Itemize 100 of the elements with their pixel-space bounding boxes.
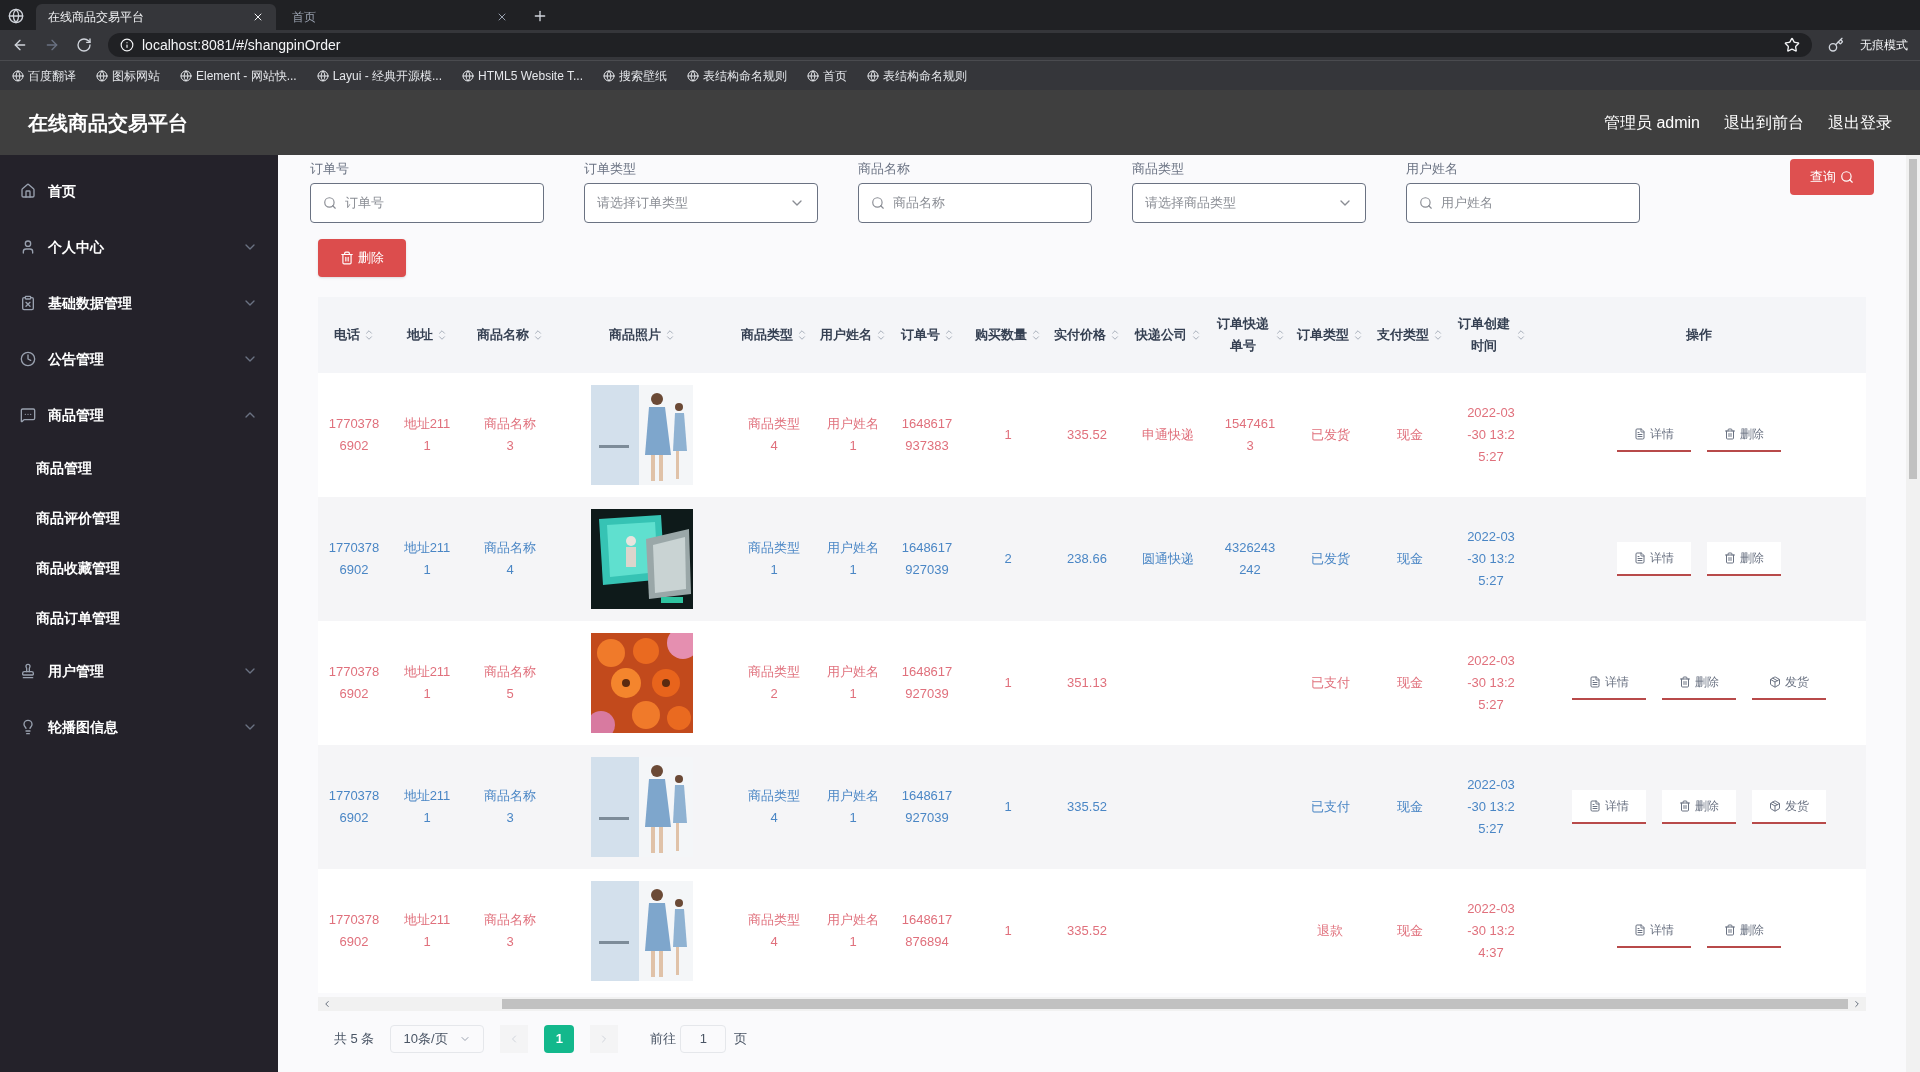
column-header[interactable]: 支付类型	[1370, 323, 1450, 346]
globe-icon	[8, 8, 24, 24]
reload-icon[interactable]	[76, 37, 92, 53]
action-button[interactable]: 删除	[1707, 913, 1781, 948]
table-cell-text: 1	[1004, 425, 1012, 444]
bookmark[interactable]: HTML5 Website T...	[478, 66, 583, 85]
action-button[interactable]: 详情	[1617, 417, 1691, 452]
globe-icon[interactable]	[96, 69, 108, 82]
globe-icon[interactable]	[603, 69, 615, 82]
action-button[interactable]: 删除	[1707, 417, 1781, 452]
action-button[interactable]: 删除	[1662, 665, 1736, 700]
menu-icon	[20, 295, 36, 311]
delete-button[interactable]: 删除	[318, 238, 406, 277]
menu-item[interactable]: 公告管理	[0, 331, 278, 387]
column-header[interactable]: 订单快递单号	[1210, 312, 1290, 357]
browser-tab[interactable]: 在线商品交易平台	[36, 4, 276, 30]
menu-item[interactable]: 轮播图信息	[0, 699, 278, 755]
search-field[interactable]: 订单号	[310, 182, 544, 223]
action-button[interactable]: 删除	[1662, 789, 1736, 824]
forward-icon[interactable]	[44, 37, 60, 53]
column-header[interactable]: 商品类型	[728, 323, 820, 346]
total-count: 共 5 条	[334, 1029, 375, 1048]
submenu-item[interactable]: 商品评价管理	[0, 493, 278, 543]
bookmark[interactable]: 图标网站	[112, 66, 160, 85]
bookmark[interactable]: 首页	[823, 66, 847, 85]
incognito-label[interactable]: 无痕模式	[1860, 36, 1908, 54]
table-cell-text: 335.52	[1067, 425, 1107, 444]
bookmark[interactable]: 表结构命名规则	[703, 66, 787, 85]
trash-icon	[340, 250, 354, 265]
search-field[interactable]: 商品名称	[858, 182, 1092, 223]
header-link[interactable]: 退出到前台	[1724, 110, 1804, 135]
globe-icon[interactable]	[867, 69, 879, 82]
page-size-select[interactable]: 10条/页	[390, 1024, 485, 1053]
column-header[interactable]: 订单类型	[1290, 323, 1370, 346]
info-icon[interactable]	[120, 38, 134, 52]
address-bar[interactable]: localhost:8081/#/shangpinOrder	[108, 33, 1812, 57]
close-icon[interactable]	[252, 11, 264, 23]
back-icon[interactable]	[12, 37, 28, 53]
column-header[interactable]: 电话	[318, 323, 390, 346]
column-header[interactable]: 商品名称	[464, 323, 556, 346]
action-button[interactable]: 详情	[1617, 913, 1691, 948]
url-text[interactable]: localhost:8081/#/shangpinOrder	[142, 34, 341, 56]
submenu-item[interactable]: 商品管理	[0, 443, 278, 493]
table-cell-text: 1	[1004, 673, 1012, 692]
action-button[interactable]: 详情	[1617, 541, 1691, 576]
vertical-scrollbar[interactable]	[1906, 155, 1920, 1072]
select-field[interactable]: 请选择商品类型	[1132, 182, 1366, 223]
menu-item[interactable]: 首页	[0, 163, 278, 219]
globe-icon[interactable]	[807, 69, 819, 82]
globe-icon[interactable]	[180, 69, 192, 82]
close-icon[interactable]	[496, 11, 508, 23]
column-header[interactable]: 快递公司	[1126, 323, 1210, 346]
globe-icon[interactable]	[316, 69, 329, 82]
action-button[interactable]: 详情	[1572, 665, 1646, 700]
action-button[interactable]: 发货	[1752, 789, 1826, 824]
column-header[interactable]: 实付价格	[1048, 323, 1126, 346]
column-header[interactable]: 商品照片	[556, 323, 728, 346]
table-cell-text: 已支付	[1310, 797, 1350, 816]
column-header[interactable]: 订单号	[886, 323, 968, 346]
bookmark[interactable]: 表结构命名规则	[883, 66, 967, 85]
search-field[interactable]: 用户姓名	[1406, 182, 1640, 223]
menu-item[interactable]: 个人中心	[0, 219, 278, 275]
scroll-right-icon[interactable]	[1852, 998, 1862, 1009]
globe-icon[interactable]	[687, 69, 699, 82]
new-tab-icon[interactable]	[532, 8, 548, 24]
column-header[interactable]: 地址	[390, 323, 464, 346]
bookmark[interactable]: 搜索壁纸	[619, 66, 667, 85]
submenu-item[interactable]: 商品收藏管理	[0, 543, 278, 593]
globe-icon[interactable]	[12, 69, 24, 82]
bookmark[interactable]: 百度翻译	[28, 66, 76, 85]
key-icon[interactable]	[1828, 37, 1844, 53]
column-header[interactable]: 用户姓名	[820, 323, 886, 346]
horizontal-scrollbar[interactable]	[318, 996, 1866, 1011]
bookmark[interactable]: Element - 网站快...	[196, 66, 297, 85]
column-header[interactable]: 操作	[1532, 323, 1866, 346]
column-header[interactable]: 订单创建时间	[1450, 312, 1532, 357]
action-button[interactable]: 发货	[1752, 665, 1826, 700]
browser-tab[interactable]: 首页	[280, 4, 520, 30]
column-header[interactable]: 购买数量	[968, 323, 1048, 346]
globe-icon[interactable]	[462, 69, 475, 82]
select-field[interactable]: 请选择订单类型	[584, 182, 818, 223]
menu-item[interactable]: 用户管理	[0, 643, 278, 699]
scroll-left-icon[interactable]	[322, 998, 332, 1009]
table-cell-text: 现金	[1397, 549, 1423, 568]
header-link[interactable]: 管理员 admin	[1603, 110, 1700, 135]
table-cell-text: 商品名称3	[483, 414, 537, 455]
goto-page-field[interactable]: 1	[680, 1024, 727, 1053]
action-button[interactable]: 详情	[1572, 789, 1646, 824]
table-cell-text: 商品名称3	[483, 786, 537, 827]
bookmark[interactable]: Layui - 经典开源模...	[332, 66, 443, 85]
action-button[interactable]: 删除	[1707, 541, 1781, 576]
star-icon[interactable]	[1784, 37, 1800, 53]
search-button[interactable]: 查询	[1790, 159, 1874, 195]
menu-icon	[20, 183, 36, 199]
submenu-item[interactable]: 商品订单管理	[0, 593, 278, 643]
menu-item[interactable]: 基础数据管理	[0, 275, 278, 331]
box-icon	[1769, 675, 1781, 688]
menu-icon	[20, 239, 36, 255]
header-link[interactable]: 退出登录	[1828, 110, 1892, 135]
menu-item[interactable]: 商品管理	[0, 387, 278, 443]
